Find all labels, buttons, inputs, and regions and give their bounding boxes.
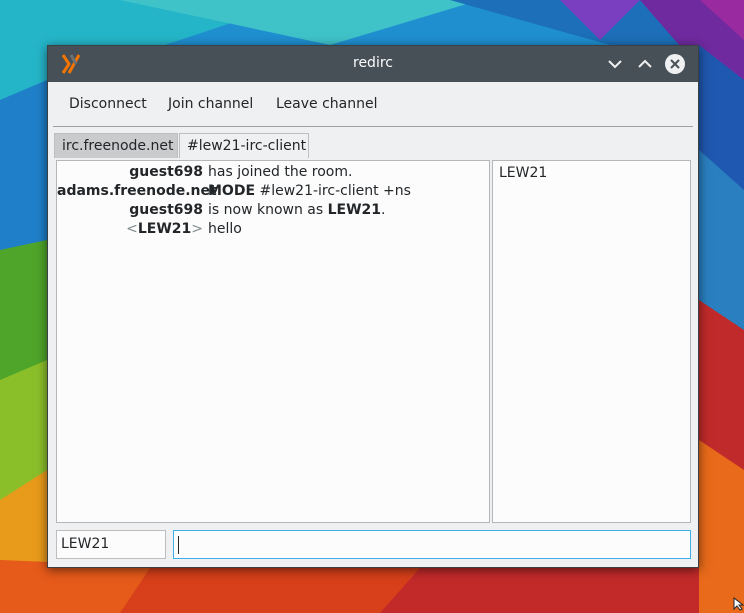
- minimize-icon[interactable]: [604, 53, 626, 75]
- titlebar[interactable]: redirc: [48, 46, 698, 82]
- message-input[interactable]: [173, 530, 691, 559]
- message-text-after: .: [381, 202, 386, 218]
- leave-channel-button[interactable]: Leave channel: [276, 96, 378, 112]
- join-channel-button[interactable]: Join channel: [168, 96, 253, 112]
- mouse-cursor-icon: [733, 597, 744, 611]
- nick-field[interactable]: LEW21: [56, 530, 166, 559]
- message-command: MODE: [208, 183, 256, 199]
- sender-bracket-close: >: [191, 221, 203, 237]
- message-sender: <LEW21>: [57, 220, 203, 239]
- app-window: redirc Disconnect Join channel Leave cha…: [47, 45, 699, 568]
- chat-message: adams.freenode.net MODE #lew21-irc-clien…: [57, 182, 489, 201]
- sender-nick: LEW21: [137, 221, 192, 237]
- message-text: has joined the room.: [208, 164, 353, 180]
- tab-channel[interactable]: #lew21-irc-client: [179, 133, 309, 158]
- sender-bracket-open: <: [126, 221, 138, 237]
- disconnect-button[interactable]: Disconnect: [69, 96, 147, 112]
- message-sender: guest698: [129, 164, 203, 180]
- message-text: is now known as LEW21.: [208, 201, 386, 220]
- maximize-icon[interactable]: [634, 53, 656, 75]
- message-text: hello: [208, 221, 242, 237]
- chat-log[interactable]: guest698 has joined the room. adams.free…: [56, 160, 490, 523]
- new-nick: LEW21: [327, 202, 382, 218]
- menu-divider: [53, 126, 693, 127]
- message-text-before: is now known as: [208, 202, 324, 218]
- window-title: redirc: [353, 55, 393, 71]
- message-sender: guest698: [129, 202, 203, 218]
- chat-message: guest698 has joined the room.: [57, 163, 489, 182]
- close-icon[interactable]: [664, 53, 686, 75]
- message-text: MODE #lew21-irc-client +ns: [208, 182, 411, 201]
- message-sender: adams.freenode.net: [57, 183, 217, 199]
- text-caret: [178, 536, 179, 554]
- message-args: #lew21-irc-client +ns: [259, 183, 411, 199]
- chat-message: guest698 is now known as LEW21.: [57, 201, 489, 220]
- tab-server[interactable]: irc.freenode.net: [54, 133, 178, 158]
- chat-message: <LEW21> hello: [57, 220, 489, 239]
- user-list[interactable]: LEW21: [492, 160, 691, 523]
- user-list-item[interactable]: LEW21: [493, 163, 690, 184]
- menubar: Disconnect Join channel Leave channel: [48, 82, 698, 126]
